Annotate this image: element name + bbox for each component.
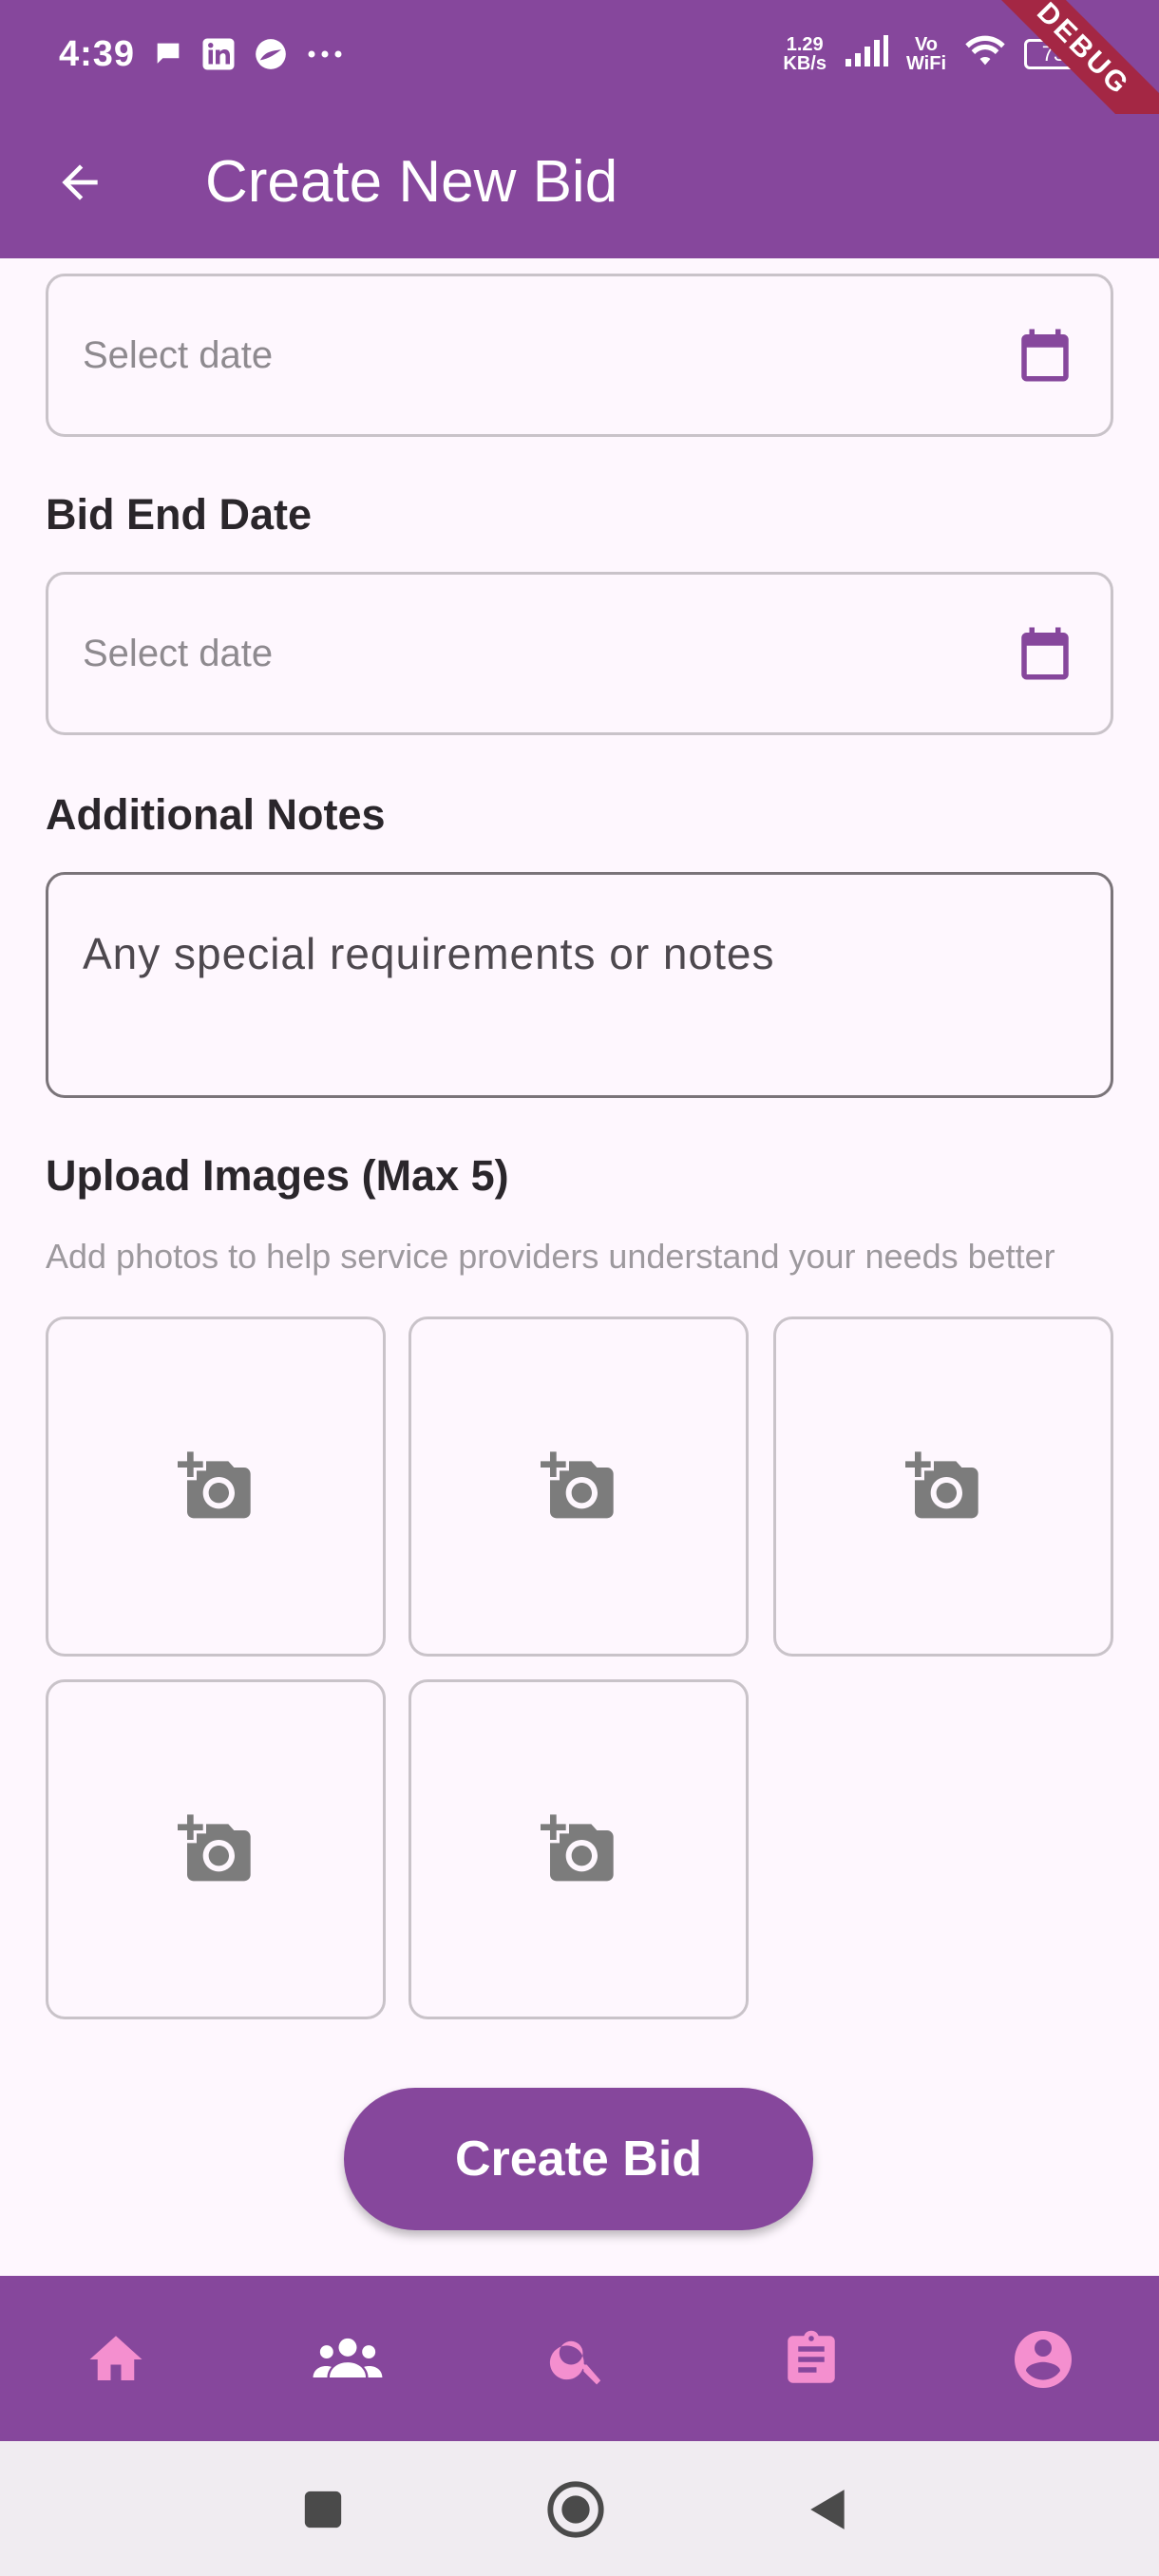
recents-button[interactable] bbox=[289, 2475, 357, 2544]
bid-end-date-field[interactable]: Select date bbox=[46, 572, 1113, 735]
circle-home-icon bbox=[547, 2481, 604, 2538]
page-title: Create New Bid bbox=[205, 149, 618, 215]
create-bid-button[interactable]: Create Bid bbox=[344, 2088, 813, 2230]
nav-home[interactable] bbox=[70, 2314, 162, 2405]
nav-search[interactable] bbox=[532, 2314, 623, 2405]
back-button[interactable] bbox=[46, 148, 114, 217]
add-a-photo-icon bbox=[178, 1451, 251, 1519]
assignment-icon bbox=[788, 2330, 835, 2383]
calendar-icon bbox=[1021, 627, 1069, 680]
add-a-photo-icon bbox=[178, 1814, 251, 1882]
additional-notes-placeholder: Any special requirements or notes bbox=[83, 929, 775, 978]
add-a-photo-icon bbox=[541, 1814, 614, 1882]
triangle-back-icon bbox=[810, 2490, 845, 2529]
image-slot-5[interactable] bbox=[408, 1679, 749, 2019]
calendar-icon bbox=[1021, 329, 1069, 382]
nav-bids[interactable] bbox=[766, 2314, 857, 2405]
additional-notes-input[interactable]: Any special requirements or notes bbox=[46, 872, 1113, 1098]
network-speed-value: 1.29 bbox=[786, 33, 824, 55]
bid-end-date-label: Bid End Date bbox=[46, 490, 313, 539]
vowifi-vo: Vo bbox=[914, 33, 939, 55]
wifi-icon bbox=[963, 34, 1007, 73]
bid-start-date-placeholder: Select date bbox=[83, 333, 274, 376]
search-icon bbox=[549, 2340, 601, 2385]
home-icon bbox=[89, 2336, 142, 2380]
chat-bubble-icon bbox=[152, 38, 184, 75]
app-root: 4:39 1.29 KB/s Vo WiFi 73 DEBUG Create N… bbox=[0, 0, 1159, 2576]
image-slot-1[interactable] bbox=[46, 1316, 386, 1657]
linkedin-icon bbox=[201, 37, 236, 76]
additional-notes-label: Additional Notes bbox=[46, 790, 386, 839]
status-bar: 4:39 1.29 KB/s Vo WiFi 73 DEBUG bbox=[0, 0, 1159, 167]
nav-people[interactable] bbox=[302, 2314, 393, 2405]
vowifi-wifi: WiFi bbox=[905, 52, 946, 74]
upload-images-hint: Add photos to help service providers und… bbox=[46, 1237, 1055, 1276]
signal-icon bbox=[844, 34, 889, 73]
bid-end-date-placeholder: Select date bbox=[83, 632, 274, 674]
add-a-photo-icon bbox=[905, 1451, 978, 1519]
home-system-button[interactable] bbox=[542, 2475, 610, 2544]
back-system-button[interactable] bbox=[794, 2475, 863, 2544]
arrow-back-icon bbox=[62, 164, 98, 200]
notification-icons bbox=[152, 36, 344, 77]
nav-profile[interactable] bbox=[998, 2314, 1089, 2405]
image-slot-4[interactable] bbox=[46, 1679, 386, 2019]
network-speed-unit: KB/s bbox=[783, 52, 826, 74]
app-bar: Create New Bid bbox=[0, 114, 1159, 258]
upload-images-label: Upload Images (Max 5) bbox=[46, 1151, 509, 1200]
image-slot-3[interactable] bbox=[773, 1316, 1113, 1657]
people-icon bbox=[313, 2338, 383, 2377]
image-slot-2[interactable] bbox=[408, 1316, 749, 1657]
vowifi-label: Vo WiFi bbox=[906, 35, 946, 73]
system-navigation-bar bbox=[0, 2441, 1159, 2576]
account-circle-icon bbox=[1015, 2331, 1072, 2388]
bid-start-date-field[interactable]: Select date bbox=[46, 274, 1113, 437]
add-a-photo-icon bbox=[541, 1451, 614, 1519]
status-time: 4:39 bbox=[59, 34, 136, 74]
bottom-navigation bbox=[0, 2276, 1159, 2441]
square-icon bbox=[304, 2491, 342, 2529]
more-notifications-icon bbox=[306, 47, 344, 66]
app-notification-icon bbox=[253, 36, 289, 77]
network-speed: 1.29 KB/s bbox=[783, 35, 826, 73]
status-right: 1.29 KB/s Vo WiFi 73 bbox=[783, 34, 1083, 73]
